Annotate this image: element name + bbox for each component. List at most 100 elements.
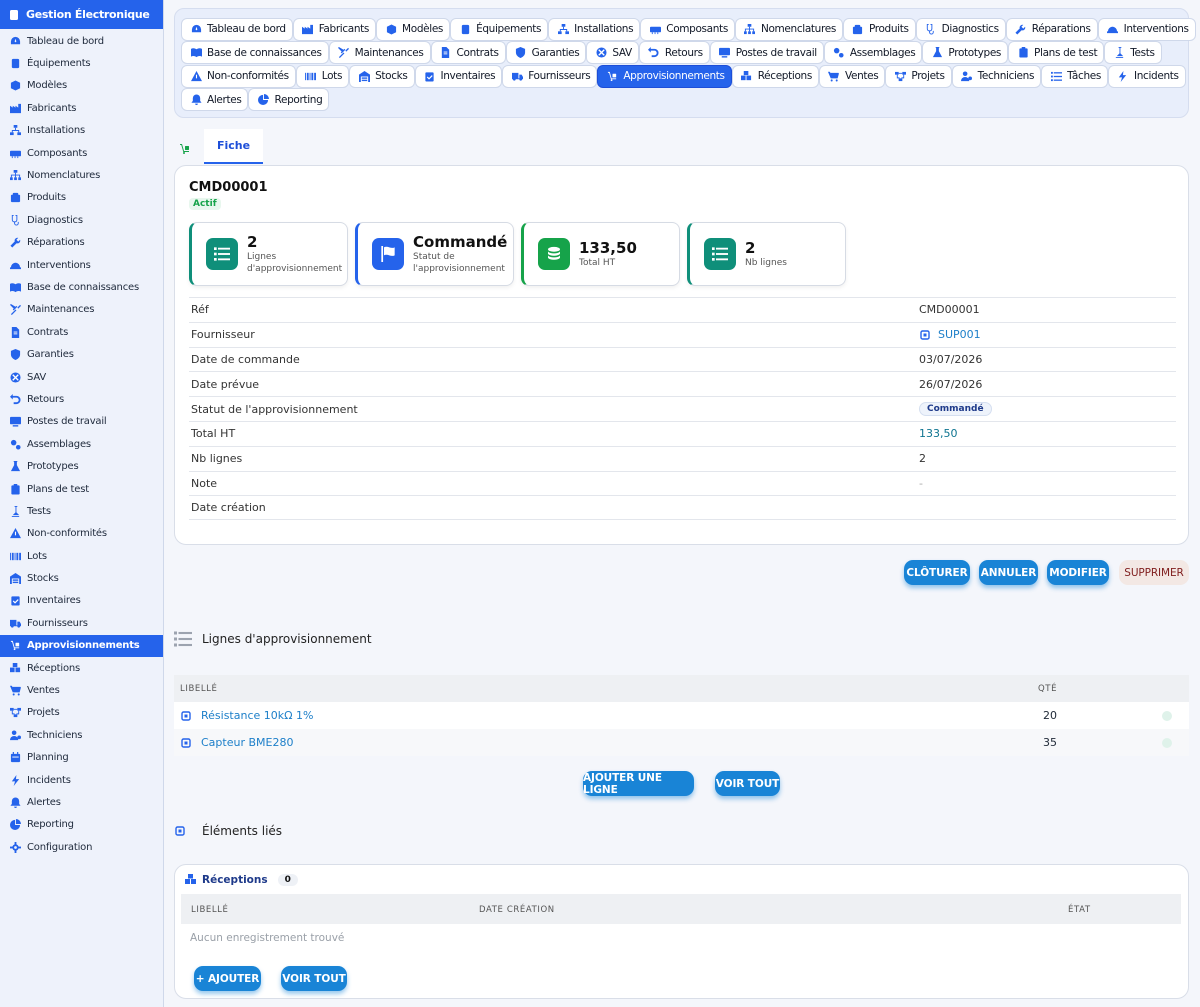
nav-button[interactable]: Plans de test (1008, 41, 1105, 64)
sidebar-item-24[interactable]: Stocks (0, 567, 163, 589)
nav-button[interactable]: Retours (638, 41, 710, 64)
sidebar-item-1[interactable]: Équipements (0, 52, 163, 74)
sidebar-item-32[interactable]: Planning (0, 747, 163, 769)
col-qte[interactable]: QTÉ (1038, 684, 1057, 694)
sidebar-item-13[interactable]: Contrats (0, 321, 163, 343)
nav-button[interactable]: Tâches (1041, 64, 1108, 88)
nav-button-label: Lots (321, 70, 343, 82)
nav-button[interactable]: Réparations (1005, 17, 1098, 41)
col-libelle[interactable]: LIBELLÉ (191, 905, 229, 915)
sidebar-item-26[interactable]: Fournisseurs (0, 612, 163, 634)
nav-button[interactable]: Composants (640, 17, 735, 41)
sidebar-item-9[interactable]: Réparations (0, 232, 163, 254)
sidebar-item-16[interactable]: Retours (0, 388, 163, 410)
nav-button[interactable]: Stocks (349, 64, 415, 88)
sidebar-item-25[interactable]: Inventaires (0, 590, 163, 612)
supplier-link[interactable]: SUP001 (938, 328, 981, 341)
nav-button[interactable]: Projets (885, 64, 952, 88)
sidebar-item-10[interactable]: Interventions (0, 254, 163, 276)
table-row[interactable]: Capteur BME280 35 (174, 729, 1189, 756)
nav-button[interactable]: Postes de travail (709, 41, 824, 64)
nav-button-label: Retours (664, 46, 703, 59)
nav-button[interactable]: Modèles (376, 17, 451, 41)
nav-button[interactable]: SAV (586, 41, 639, 64)
sidebar-item-27[interactable]: Approvisionnements (0, 634, 163, 657)
sidebar-item-17[interactable]: Postes de travail (0, 411, 163, 433)
nav-button[interactable]: Produits (842, 17, 916, 41)
nav-button[interactable]: Garanties (505, 41, 587, 64)
add-line-button[interactable]: AJOUTER UNE LIGNE (583, 771, 694, 796)
sidebar-item-5[interactable]: Composants (0, 142, 163, 164)
sidebar-item-15[interactable]: SAV (0, 366, 163, 388)
sidebar-item-31[interactable]: Techniciens (0, 724, 163, 746)
sidebar-item-19[interactable]: Prototypes (0, 455, 163, 477)
col-libelle[interactable]: LIBELLÉ (174, 684, 1038, 694)
add-reception-button[interactable]: + AJOUTER (194, 966, 261, 991)
nav-button[interactable]: Contrats (430, 41, 506, 64)
sidebar-item-11[interactable]: Base de connaissances (0, 276, 163, 298)
sidebar-item-30[interactable]: Projets (0, 702, 163, 724)
sidebar-item-33[interactable]: Incidents (0, 769, 163, 791)
sidebar-item-12[interactable]: Maintenances (0, 299, 163, 321)
nav-button[interactable]: Équipements (450, 17, 549, 41)
nav-button[interactable]: Maintenances (328, 41, 431, 64)
nav-button[interactable]: Techniciens (951, 64, 1042, 88)
nav-button[interactable]: Alertes (181, 88, 249, 111)
field-value-cell[interactable]: SUP001 (919, 328, 981, 341)
sidebar-item-6[interactable]: Nomenclatures (0, 164, 163, 186)
nav-button[interactable]: Installations (548, 17, 641, 41)
sidebar-item-7[interactable]: Produits (0, 187, 163, 209)
sidebar-item-4[interactable]: Installations (0, 120, 163, 142)
nav-button[interactable]: Inventaires (414, 64, 503, 88)
sidebar-item-29[interactable]: Ventes (0, 679, 163, 701)
nav-button[interactable]: Prototypes (922, 41, 1009, 64)
sidebar-item-0[interactable]: Tableau de bord (0, 30, 163, 52)
nav-button[interactable]: Reporting (248, 88, 330, 111)
nav-button[interactable]: Réceptions (731, 64, 819, 88)
sidebar-item-21[interactable]: Tests (0, 500, 163, 522)
sidebar-item-18[interactable]: Assemblages (0, 433, 163, 455)
app-brand[interactable]: Gestion Électronique (0, 0, 163, 29)
nav-button[interactable]: Tableau de bord (181, 17, 293, 41)
col-etat[interactable]: ÉTAT (1068, 905, 1091, 915)
nav-button-label: Tests (1130, 46, 1155, 59)
cloturer-button[interactable]: CLÔTURER (904, 560, 970, 585)
nav-button[interactable]: Fournisseurs (502, 64, 598, 88)
nav-button[interactable]: Lots (295, 64, 350, 88)
sidebar-item-14[interactable]: Garanties (0, 343, 163, 365)
nav-button[interactable]: Assemblages (823, 41, 923, 64)
product-box-icon (852, 24, 864, 35)
sidebar-item-8[interactable]: Diagnostics (0, 209, 163, 231)
sidebar-item-20[interactable]: Plans de test (0, 478, 163, 500)
sidebar-item-23[interactable]: Lots (0, 545, 163, 567)
nav-button[interactable]: Base de connaissances (181, 41, 329, 64)
col-date-creation[interactable]: DATE CRÉATION (479, 905, 555, 915)
sidebar-item-22[interactable]: Non-conformités (0, 523, 163, 545)
table-row[interactable]: Résistance 10kΩ 1% 20 (174, 702, 1189, 729)
view-all-lines-button[interactable]: VOIR TOUT (715, 771, 780, 796)
line-item-link[interactable]: Capteur BME280 (201, 736, 293, 749)
view-all-receptions-button[interactable]: VOIR TOUT (281, 966, 347, 991)
sidebar-item-28[interactable]: Réceptions (0, 657, 163, 679)
supprimer-button[interactable]: SUPPRIMER (1119, 560, 1189, 585)
receptions-title[interactable]: Réceptions (202, 874, 268, 886)
nav-button[interactable]: Approvisionnements (597, 64, 732, 88)
sidebar-item-36[interactable]: Configuration (0, 836, 163, 858)
sidebar-item-35[interactable]: Reporting (0, 814, 163, 836)
nav-button[interactable]: Incidents (1107, 64, 1186, 88)
nav-button[interactable]: Interventions (1097, 17, 1196, 41)
nav-button[interactable]: Diagnostics (915, 17, 1006, 41)
nav-button[interactable]: Tests (1104, 41, 1162, 64)
modifier-button[interactable]: MODIFIER (1047, 560, 1109, 585)
nav-button[interactable]: Nomenclatures (734, 17, 843, 41)
sidebar-item-2[interactable]: Modèles (0, 75, 163, 97)
tab-fiche[interactable]: Fiche (204, 129, 264, 164)
sidebar-item-3[interactable]: Fabricants (0, 97, 163, 119)
sidebar-item-34[interactable]: Alertes (0, 791, 163, 813)
nav-button[interactable]: Fabricants (292, 17, 377, 41)
sidebar-item-label: Produits (27, 192, 66, 204)
nav-button[interactable]: Non-conformités (181, 64, 296, 88)
nav-button[interactable]: Ventes (818, 64, 886, 88)
line-item-link[interactable]: Résistance 10kΩ 1% (201, 709, 314, 722)
annuler-button[interactable]: ANNULER (979, 560, 1038, 585)
